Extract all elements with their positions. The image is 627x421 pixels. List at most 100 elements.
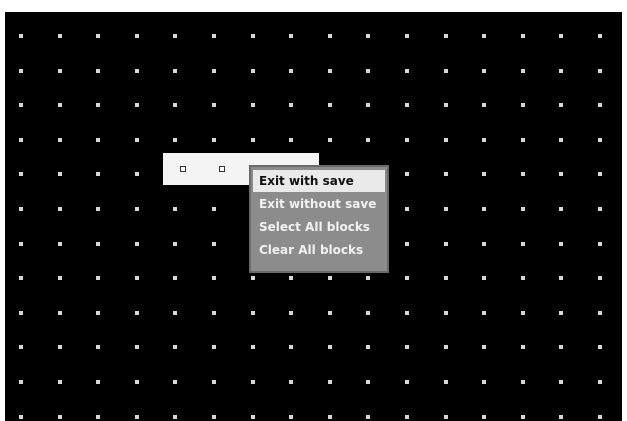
grid-dot <box>482 380 486 384</box>
grid-dot <box>328 34 332 38</box>
grid-dot <box>173 380 177 384</box>
grid-dot <box>251 415 255 419</box>
selected-block[interactable] <box>219 166 225 172</box>
grid-dot <box>96 380 100 384</box>
grid-dot <box>366 415 370 419</box>
grid-dot <box>135 311 139 315</box>
grid-dot <box>135 172 139 176</box>
menu-item-exit-without-save[interactable]: Exit without save <box>253 193 385 215</box>
grid-dot <box>19 380 23 384</box>
grid-dot <box>598 380 602 384</box>
grid-dot <box>212 415 216 419</box>
grid-dot <box>289 276 293 280</box>
grid-dot <box>96 311 100 315</box>
grid-dot <box>96 415 100 419</box>
grid-dot <box>96 138 100 142</box>
grid-dot <box>251 345 255 349</box>
grid-dot <box>482 34 486 38</box>
grid-dot <box>405 69 409 73</box>
grid-dot <box>96 34 100 38</box>
grid-dot <box>559 242 563 246</box>
grid-dot <box>212 34 216 38</box>
grid-dot <box>559 380 563 384</box>
grid-dot <box>173 138 177 142</box>
grid-dot <box>598 345 602 349</box>
menu-item-clear-all-blocks[interactable]: Clear All blocks <box>253 239 385 261</box>
grid-dot <box>19 311 23 315</box>
context-menu: Exit with save Exit without save Select … <box>249 165 389 273</box>
grid-dot <box>598 276 602 280</box>
grid-dot <box>96 276 100 280</box>
grid-dot <box>598 172 602 176</box>
grid-dot <box>598 242 602 246</box>
grid-dot <box>289 138 293 142</box>
grid-dot <box>135 242 139 246</box>
grid-dot <box>521 345 525 349</box>
grid-dot <box>482 345 486 349</box>
grid-dot <box>482 311 486 315</box>
grid-dot <box>212 311 216 315</box>
grid-dot <box>405 380 409 384</box>
grid-dot <box>482 207 486 211</box>
grid-dot <box>328 69 332 73</box>
grid-dot <box>444 276 448 280</box>
grid-dot <box>173 345 177 349</box>
app-screen: Exit with save Exit without save Select … <box>0 0 627 421</box>
grid-dot <box>366 69 370 73</box>
grid-dot <box>366 380 370 384</box>
grid-dot <box>135 207 139 211</box>
grid-dot <box>328 276 332 280</box>
grid-dot <box>289 380 293 384</box>
grid-dot <box>366 138 370 142</box>
block-grid-canvas[interactable]: Exit with save Exit without save Select … <box>5 12 622 421</box>
grid-dot <box>598 207 602 211</box>
grid-dot <box>482 415 486 419</box>
grid-dot <box>96 242 100 246</box>
grid-dot <box>135 345 139 349</box>
grid-dot <box>405 311 409 315</box>
selected-block[interactable] <box>180 166 186 172</box>
grid-dot <box>598 34 602 38</box>
menu-item-select-all-blocks[interactable]: Select All blocks <box>253 216 385 238</box>
grid-dot <box>559 138 563 142</box>
grid-dot <box>58 172 62 176</box>
grid-dot <box>521 242 525 246</box>
grid-dot <box>96 69 100 73</box>
grid-dot <box>405 172 409 176</box>
grid-dot <box>19 172 23 176</box>
grid-dot <box>19 138 23 142</box>
grid-dot <box>482 172 486 176</box>
grid-dot <box>559 69 563 73</box>
grid-dot <box>19 34 23 38</box>
grid-dot <box>444 138 448 142</box>
grid-dot <box>173 276 177 280</box>
grid-dot <box>212 69 216 73</box>
grid-dot <box>212 242 216 246</box>
grid-dot <box>521 207 525 211</box>
grid-dot <box>289 345 293 349</box>
grid-dot <box>135 138 139 142</box>
grid-dot <box>444 380 448 384</box>
grid-dot <box>58 311 62 315</box>
grid-dot <box>366 276 370 280</box>
grid-dot <box>598 69 602 73</box>
grid-dot <box>405 138 409 142</box>
grid-dot <box>289 103 293 107</box>
grid-dot <box>405 34 409 38</box>
grid-dot <box>19 415 23 419</box>
grid-dot <box>444 103 448 107</box>
grid-dot <box>328 103 332 107</box>
grid-dot <box>366 103 370 107</box>
grid-dot <box>444 345 448 349</box>
grid-dot <box>251 69 255 73</box>
menu-item-exit-with-save[interactable]: Exit with save <box>253 170 385 192</box>
grid-dot <box>482 138 486 142</box>
grid-dot <box>173 242 177 246</box>
grid-dot <box>521 138 525 142</box>
grid-dot <box>559 276 563 280</box>
grid-dot <box>212 138 216 142</box>
grid-dot <box>521 103 525 107</box>
grid-dot <box>135 380 139 384</box>
grid-dot <box>405 276 409 280</box>
grid-dot <box>598 311 602 315</box>
